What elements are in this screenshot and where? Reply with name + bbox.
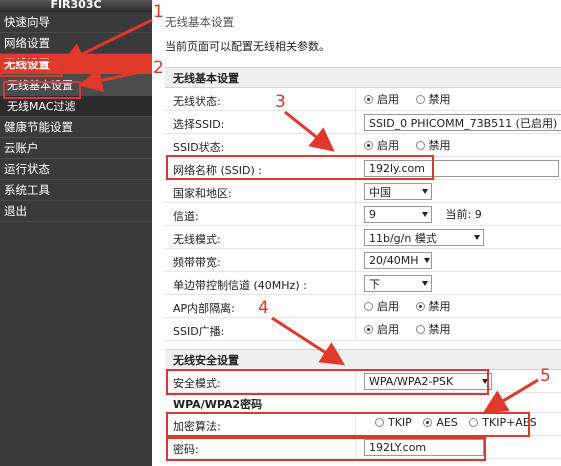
sidebar-item-status[interactable]: 运行状态 [0, 159, 152, 180]
network-name-label: 网络名称 (SSID) : [173, 164, 262, 177]
ap-isolation-off-radio[interactable]: 禁用 [415, 298, 451, 314]
radio-dot-checked [364, 324, 373, 334]
radio-dot-checked [415, 301, 425, 311]
main-panel: 无线基本设置 当前页面可以配置无线相关参数。 无线基本设置 无线状态: 启用 禁… [152, 0, 561, 466]
wireless-status-label: 无线状态: [173, 95, 221, 108]
brand-logo: FIR303C [0, 0, 152, 12]
security-mode-select[interactable]: WPA/WPA2-PSK [364, 373, 492, 390]
sidebar-item-network[interactable]: 网络设置 [0, 33, 152, 54]
ap-isolation-on-radio[interactable]: 启用 [364, 298, 399, 314]
row-wireless-mode: 无线模式: 11b/g/n 模式 [165, 226, 561, 249]
sideband-label: 单边带控制信道 (40MHz) : [173, 279, 307, 292]
ssid-status-off-radio[interactable]: 禁用 [415, 137, 451, 153]
row-encryption: 加密算法: TKIP AES TKIP+AES [165, 413, 561, 436]
sidebar-item-wireless-mac-filter[interactable]: 无线MAC过滤 [0, 96, 152, 117]
wireless-mode-label: 无线模式: [173, 233, 221, 246]
sidebar-item-quick-setup[interactable]: 快速向导 [0, 12, 152, 33]
current-channel-label: 当前: [445, 208, 472, 221]
chevron-down-icon [474, 235, 480, 240]
row-region: 国家和地区: 中国 [165, 180, 561, 203]
radio-dot [364, 301, 373, 311]
ssid-broadcast-on-radio[interactable]: 启用 [364, 321, 399, 337]
region-label: 国家和地区: [173, 187, 232, 200]
radio-dot-checked [364, 140, 373, 150]
password-input[interactable]: 192LY.com [364, 439, 484, 456]
radio-dot [469, 418, 479, 427]
sidebar-item-cloud-account[interactable]: 云账户 [0, 138, 152, 159]
chevron-down-icon [422, 189, 428, 194]
encryption-tkip-radio[interactable]: TKIP [375, 416, 412, 429]
page-title: 无线基本设置 [165, 15, 234, 29]
encryption-tkip-aes-radio[interactable]: TKIP+AES [469, 416, 537, 429]
wireless-mode-select[interactable]: 11b/g/n 模式 [364, 229, 484, 246]
region-select[interactable]: 中国 [364, 183, 432, 200]
row-wireless-status: 无线状态: 启用 禁用 [165, 88, 561, 111]
row-password: 密码: 192LY.com [165, 436, 561, 459]
radio-dot [415, 140, 425, 150]
channel-select[interactable]: 9 [364, 206, 432, 223]
ssid-broadcast-off-radio[interactable]: 禁用 [415, 321, 451, 337]
wpa-heading: WPA/WPA2密码 [173, 398, 263, 411]
bandwidth-label: 频带带宽: [173, 256, 221, 269]
wireless-status-off-radio[interactable]: 禁用 [415, 91, 451, 107]
ssid-broadcast-label: SSID广播: [173, 325, 225, 338]
sideband-select[interactable]: 下 [364, 275, 432, 292]
radio-dot-checked [364, 94, 373, 104]
radio-dot [415, 324, 425, 334]
sidebar-item-system-tools[interactable]: 系统工具 [0, 180, 152, 201]
sidebar-item-logout[interactable]: 退出 [0, 201, 152, 222]
row-security-mode: 安全模式: WPA/WPA2-PSK [165, 370, 561, 393]
security-mode-label: 安全模式: [173, 377, 221, 390]
radio-dot [375, 418, 384, 427]
sidebar-item-power-saving[interactable]: 健康节能设置 [0, 117, 152, 138]
ssid-status-on-radio[interactable]: 启用 [364, 137, 399, 153]
ap-isolation-label: AP内部隔离: [173, 302, 235, 315]
chevron-down-icon [482, 379, 488, 384]
bandwidth-select[interactable]: 20/40MH [364, 252, 432, 269]
row-sideband: 单边带控制信道 (40MHz) : 下 [165, 272, 561, 295]
section-basic-heading: 无线基本设置 [165, 67, 561, 88]
row-ssid-broadcast: SSID广播: 启用 禁用 [165, 318, 561, 341]
row-wpa-heading: WPA/WPA2密码 [165, 393, 561, 413]
ssid-select[interactable]: SSID_0 PHICOMM_73B511 (已启用) [364, 114, 561, 131]
row-ap-isolation: AP内部隔离: 启用 禁用 [165, 295, 561, 318]
encryption-label: 加密算法: [173, 420, 221, 433]
sidebar: FIR303C 快速向导 网络设置 无线设置 无线基本设置 无线MAC过滤 健康… [0, 0, 152, 466]
current-channel-value: 9 [474, 208, 482, 221]
chevron-down-icon [424, 258, 431, 263]
wireless-status-on-radio[interactable]: 启用 [364, 91, 399, 107]
chevron-down-icon [422, 281, 428, 286]
ssid-select-label: 选择SSID: [173, 118, 225, 131]
row-channel: 信道: 9 当前: 9 [165, 203, 561, 226]
channel-label: 信道: [173, 210, 199, 223]
row-network-name: 网络名称 (SSID) : 192ly.com [165, 157, 561, 180]
row-bandwidth: 频带带宽: 20/40MH [165, 249, 561, 272]
password-label: 密码: [173, 443, 199, 456]
chevron-down-icon [422, 212, 428, 217]
network-name-input[interactable]: 192ly.com [364, 160, 559, 177]
section-security-heading: 无线安全设置 [165, 349, 561, 370]
encryption-aes-radio[interactable]: AES [423, 416, 458, 429]
radio-dot-checked [423, 418, 433, 427]
row-ssid-select: 选择SSID: SSID_0 PHICOMM_73B511 (已启用) [165, 111, 561, 134]
sidebar-item-wireless[interactable]: 无线设置 [0, 54, 152, 75]
radio-dot [415, 94, 425, 104]
sidebar-item-wireless-basic[interactable]: 无线基本设置 [0, 75, 152, 96]
ssid-status-label: SSID状态: [173, 141, 225, 154]
page-description: 当前页面可以配置无线相关参数。 [165, 40, 330, 53]
row-ssid-status: SSID状态: 启用 禁用 [165, 134, 561, 157]
